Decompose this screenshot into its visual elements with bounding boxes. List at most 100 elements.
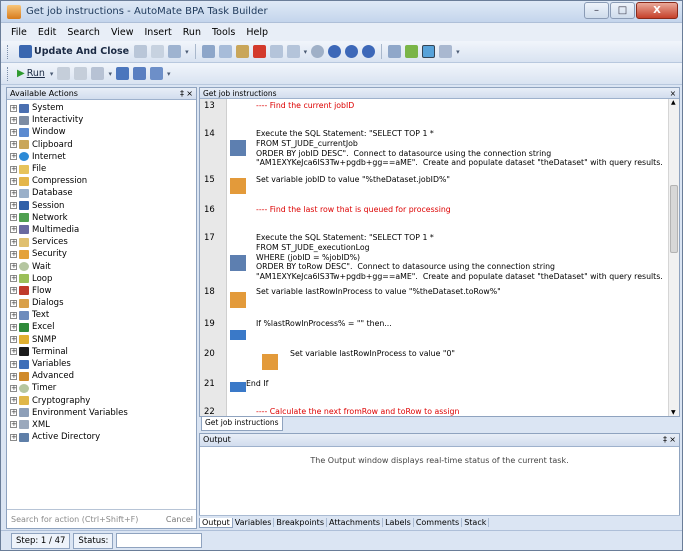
close-icon[interactable]: × [669, 434, 676, 446]
tree-item-advanced[interactable]: + Advanced [7, 370, 196, 382]
scroll-up-icon[interactable]: ▲ [671, 99, 676, 106]
toolbar-grip[interactable] [7, 44, 10, 59]
menu-help[interactable]: Help [246, 27, 268, 38]
expand-icon[interactable]: + [10, 397, 17, 405]
expand-icon[interactable]: + [10, 299, 17, 307]
pause-icon[interactable] [57, 67, 71, 80]
menu-file[interactable]: File [11, 27, 27, 38]
expand-icon[interactable]: + [10, 421, 17, 429]
expand-icon[interactable]: + [10, 311, 17, 319]
expand-icon[interactable]: + [10, 153, 17, 161]
paste-icon[interactable] [235, 45, 249, 58]
tree-item-services[interactable]: + Services [7, 236, 196, 248]
tree-item-session[interactable]: + Session [7, 200, 196, 212]
tab-labels[interactable]: Labels [383, 518, 414, 527]
tree-item-variables[interactable]: + Variables [7, 358, 196, 370]
pin-icon[interactable]: ‡ [180, 88, 184, 100]
move-right-icon[interactable] [362, 45, 376, 58]
tree-item-security[interactable]: + Security [7, 248, 196, 260]
expand-icon[interactable]: + [10, 189, 17, 197]
options-icon[interactable] [422, 45, 436, 58]
expand-icon[interactable]: + [10, 250, 17, 258]
chevron-down-icon[interactable]: ▾ [108, 70, 112, 78]
comment-icon[interactable] [388, 45, 402, 58]
tree-item-flow[interactable]: + Flow [7, 285, 196, 297]
tree-item-compression[interactable]: + Compression [7, 175, 196, 187]
tree-item-network[interactable]: + Network [7, 212, 196, 224]
tree-item-environment-variables[interactable]: + Environment Variables [7, 407, 196, 419]
expand-icon[interactable]: + [10, 214, 17, 222]
expand-icon[interactable]: + [10, 177, 17, 185]
tree-item-snmp[interactable]: + SNMP [7, 334, 196, 346]
scroll-down-icon[interactable]: ▼ [671, 409, 676, 416]
variables-icon[interactable] [405, 45, 419, 58]
toolbar-grip[interactable] [7, 66, 10, 81]
tree-item-active-directory[interactable]: + Active Directory [7, 431, 196, 443]
expand-icon[interactable]: + [10, 409, 17, 417]
cancel-search-button[interactable]: Cancel [166, 515, 193, 524]
delete-icon[interactable] [252, 45, 266, 58]
tree-item-file[interactable]: + File [7, 163, 196, 175]
undo-icon[interactable] [269, 45, 283, 58]
tree-item-multimedia[interactable]: + Multimedia [7, 224, 196, 236]
expand-icon[interactable]: + [10, 238, 17, 246]
tree-item-wait[interactable]: + Wait [7, 260, 196, 272]
expand-icon[interactable]: + [10, 323, 17, 331]
expand-icon[interactable]: + [10, 336, 17, 344]
expand-icon[interactable]: + [10, 141, 17, 149]
menu-search[interactable]: Search [67, 27, 100, 38]
tree-item-internet[interactable]: + Internet [7, 151, 196, 163]
tab-get-job-instructions[interactable]: Get job instructions [201, 417, 283, 431]
tree-item-dialogs[interactable]: + Dialogs [7, 297, 196, 309]
step-icon[interactable] [311, 45, 325, 58]
menu-view[interactable]: View [111, 27, 134, 38]
tab-attachments[interactable]: Attachments [327, 518, 384, 527]
action-search-input[interactable]: Search for action (Ctrl+Shift+F) Cancel [7, 509, 196, 528]
tree-item-window[interactable]: + Window [7, 126, 196, 138]
tree-item-text[interactable]: + Text [7, 309, 196, 321]
chevron-down-icon[interactable]: ▾ [185, 48, 189, 56]
minimize-button[interactable]: – [584, 2, 609, 19]
chevron-down-icon[interactable]: ▾ [456, 48, 460, 56]
expand-icon[interactable]: + [10, 384, 17, 392]
print-preview-icon[interactable] [151, 45, 165, 58]
tree-item-clipboard[interactable]: + Clipboard [7, 139, 196, 151]
redo-icon[interactable] [286, 45, 300, 58]
move-down-icon[interactable] [328, 45, 342, 58]
list-view-icon[interactable] [115, 67, 129, 80]
copy-icon[interactable] [218, 45, 232, 58]
tree-item-xml[interactable]: + XML [7, 419, 196, 431]
expand-icon[interactable]: + [10, 128, 17, 136]
menu-run[interactable]: Run [183, 27, 201, 38]
editor-scrollbar[interactable]: ▲ ▼ [668, 99, 679, 416]
tree-item-timer[interactable]: + Timer [7, 382, 196, 394]
tree-item-system[interactable]: + System [7, 102, 196, 114]
expand-icon[interactable]: + [10, 275, 17, 283]
tab-breakpoints[interactable]: Breakpoints [274, 518, 327, 527]
cut-icon[interactable] [201, 45, 215, 58]
expand-icon[interactable]: + [10, 360, 17, 368]
tree-item-loop[interactable]: + Loop [7, 273, 196, 285]
expand-icon[interactable]: + [10, 104, 17, 112]
close-button[interactable]: X [636, 2, 678, 19]
expand-icon[interactable]: + [10, 433, 17, 441]
stop-icon[interactable] [74, 67, 88, 80]
tab-stack[interactable]: Stack [462, 518, 490, 527]
chevron-down-icon[interactable]: ▾ [167, 70, 171, 78]
panel-icon[interactable] [149, 67, 163, 80]
tree-item-excel[interactable]: + Excel [7, 321, 196, 333]
expand-icon[interactable]: + [10, 165, 17, 173]
expand-icon[interactable]: + [10, 348, 17, 356]
update-and-close-button[interactable]: Update And Close [14, 43, 132, 61]
menu-edit[interactable]: Edit [38, 27, 56, 38]
tree-item-terminal[interactable]: + Terminal [7, 346, 196, 358]
tree-item-database[interactable]: + Database [7, 187, 196, 199]
expand-icon[interactable]: + [10, 226, 17, 234]
pin-icon[interactable]: ‡ [663, 434, 667, 446]
menu-tools[interactable]: Tools [212, 27, 235, 38]
text-view-icon[interactable] [132, 67, 146, 80]
tab-variables[interactable]: Variables [233, 518, 275, 527]
expand-icon[interactable]: + [10, 287, 17, 295]
print-icon[interactable] [134, 45, 148, 58]
chevron-down-icon[interactable]: ▾ [50, 70, 54, 78]
